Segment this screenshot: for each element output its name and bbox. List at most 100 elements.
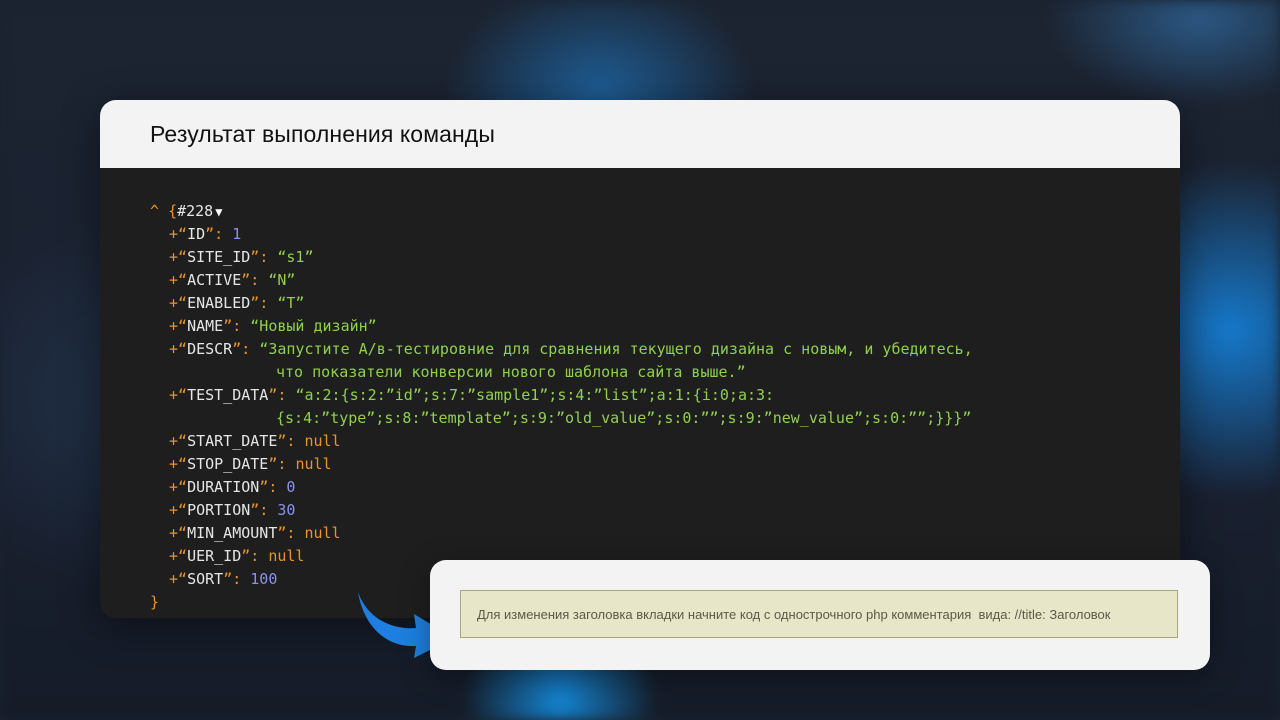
plus-sign: + [169,524,179,542]
colon: : [286,524,305,542]
field-key: STOP_DATE [187,455,269,473]
dump-field-continuation: что показатели конверсии нового шаблона … [150,361,1180,384]
plus-sign: + [169,317,179,335]
key-close-quote: ” [241,271,251,289]
plus-sign: + [169,248,179,266]
field-value: 100 [250,570,278,588]
field-value: “s1” [277,248,314,266]
key-open-quote: “ [178,570,188,588]
dump-field-line: +“ENABLED”: “T” [150,292,1180,315]
colon: : [214,225,233,243]
field-value: “Запустите А/в-тестировние для сравнения… [259,340,973,358]
collapse-caret-icon[interactable]: ^ [150,202,159,220]
key-close-quote: ” [241,547,251,565]
field-value: 0 [286,478,296,496]
key-open-quote: “ [178,248,188,266]
colon: : [250,271,269,289]
key-open-quote: “ [178,432,188,450]
close-brace: } [150,593,160,611]
expand-toggle-icon[interactable]: ▼ [215,205,222,219]
colon: : [277,386,296,404]
dump-field-line: +“MIN_AMOUNT”: null [150,522,1180,545]
dump-fields: +“ID”: 1 +“SITE_ID”: “s1” +“ACTIVE”: “N” +“… [150,223,1180,591]
key-open-quote: “ [178,340,188,358]
plus-sign: + [169,570,179,588]
plus-sign: + [169,294,179,312]
field-key: ACTIVE [187,271,242,289]
dump-field-line: +“NAME”: “Новый дизайн” [150,315,1180,338]
field-key: SORT [187,570,224,588]
field-key: DURATION [187,478,260,496]
colon: : [250,547,269,565]
dump-field-line: +“STOP_DATE”: null [150,453,1180,476]
field-value: “T” [277,294,305,312]
key-open-quote: “ [178,547,188,565]
var-dump-output: ^ {#228 ▼ +“ID”: 1 +“SITE_ID”: “s1” +“ACTIV… [100,168,1180,618]
plus-sign: + [169,340,179,358]
dump-field-line: +“START_DATE”: null [150,430,1180,453]
colon: : [268,478,287,496]
key-open-quote: “ [178,455,188,473]
dump-header-line: ^ {#228 ▼ [150,200,1180,223]
field-value: null [304,524,341,542]
plus-sign: + [169,455,179,473]
hint-card: Для изменения заголовка вкладки начните … [430,560,1210,670]
plus-sign: + [169,386,179,404]
plus-sign: + [169,432,179,450]
colon: : [259,294,278,312]
key-close-quote: ” [259,478,269,496]
key-open-quote: “ [178,524,188,542]
plus-sign: + [169,271,179,289]
plus-sign: + [169,547,179,565]
field-value: “a:2:{s:2:”id”;s:7:”sample1”;s:4:”list”;… [295,386,775,404]
dump-field-line: +“ID”: 1 [150,223,1180,246]
key-open-quote: “ [178,317,188,335]
field-value-continuation: {s:4:”type”;s:8:”template”;s:9:”old_valu… [276,409,972,427]
key-open-quote: “ [178,478,188,496]
dump-field-line: +“DURATION”: 0 [150,476,1180,499]
plus-sign: + [169,478,179,496]
key-open-quote: “ [178,501,188,519]
key-open-quote: “ [178,294,188,312]
panel-header: Результат выполнения команды [100,100,1180,168]
field-key: PORTION [187,501,251,519]
dump-field-continuation: {s:4:”type”;s:8:”template”;s:9:”old_valu… [150,407,1180,430]
key-close-quote: ” [205,225,215,243]
key-open-quote: “ [178,271,188,289]
key-close-quote: ” [223,317,233,335]
key-close-quote: ” [223,570,233,588]
title-hint-note: Для изменения заголовка вкладки начните … [460,590,1178,638]
plus-sign: + [169,501,179,519]
colon: : [259,501,278,519]
dump-field-line: +“PORTION”: 30 [150,499,1180,522]
field-key: ID [187,225,206,243]
key-open-quote: “ [178,386,188,404]
key-close-quote: ” [232,340,242,358]
field-key: SITE_ID [187,248,251,266]
field-key: ENABLED [187,294,251,312]
field-key: MIN_AMOUNT [187,524,278,542]
field-value: 1 [232,225,242,243]
panel-title: Результат выполнения команды [150,120,495,147]
dump-field-line: +“TEST_DATA”: “a:2:{s:2:”id”;s:7:”sample… [150,384,1180,407]
field-key: NAME [187,317,224,335]
colon: : [232,317,251,335]
field-value: “N” [268,271,296,289]
colon: : [286,432,305,450]
dump-field-line: +“ACTIVE”: “N” [150,269,1180,292]
field-value-continuation: что показатели конверсии нового шаблона … [276,363,746,381]
dump-field-line: +“SITE_ID”: “s1” [150,246,1180,269]
command-result-panel: Результат выполнения команды ^ {#228 ▼ +“… [100,100,1180,618]
field-key: TEST_DATA [187,386,269,404]
key-open-quote: “ [178,225,188,243]
key-close-quote: ” [250,501,260,519]
colon: : [241,340,260,358]
field-value: null [268,547,305,565]
open-brace: { [168,202,178,220]
key-close-quote: ” [250,294,260,312]
field-value: “Новый дизайн” [250,317,377,335]
colon: : [232,570,251,588]
plus-sign: + [169,225,179,243]
colon: : [259,248,278,266]
colon: : [277,455,296,473]
